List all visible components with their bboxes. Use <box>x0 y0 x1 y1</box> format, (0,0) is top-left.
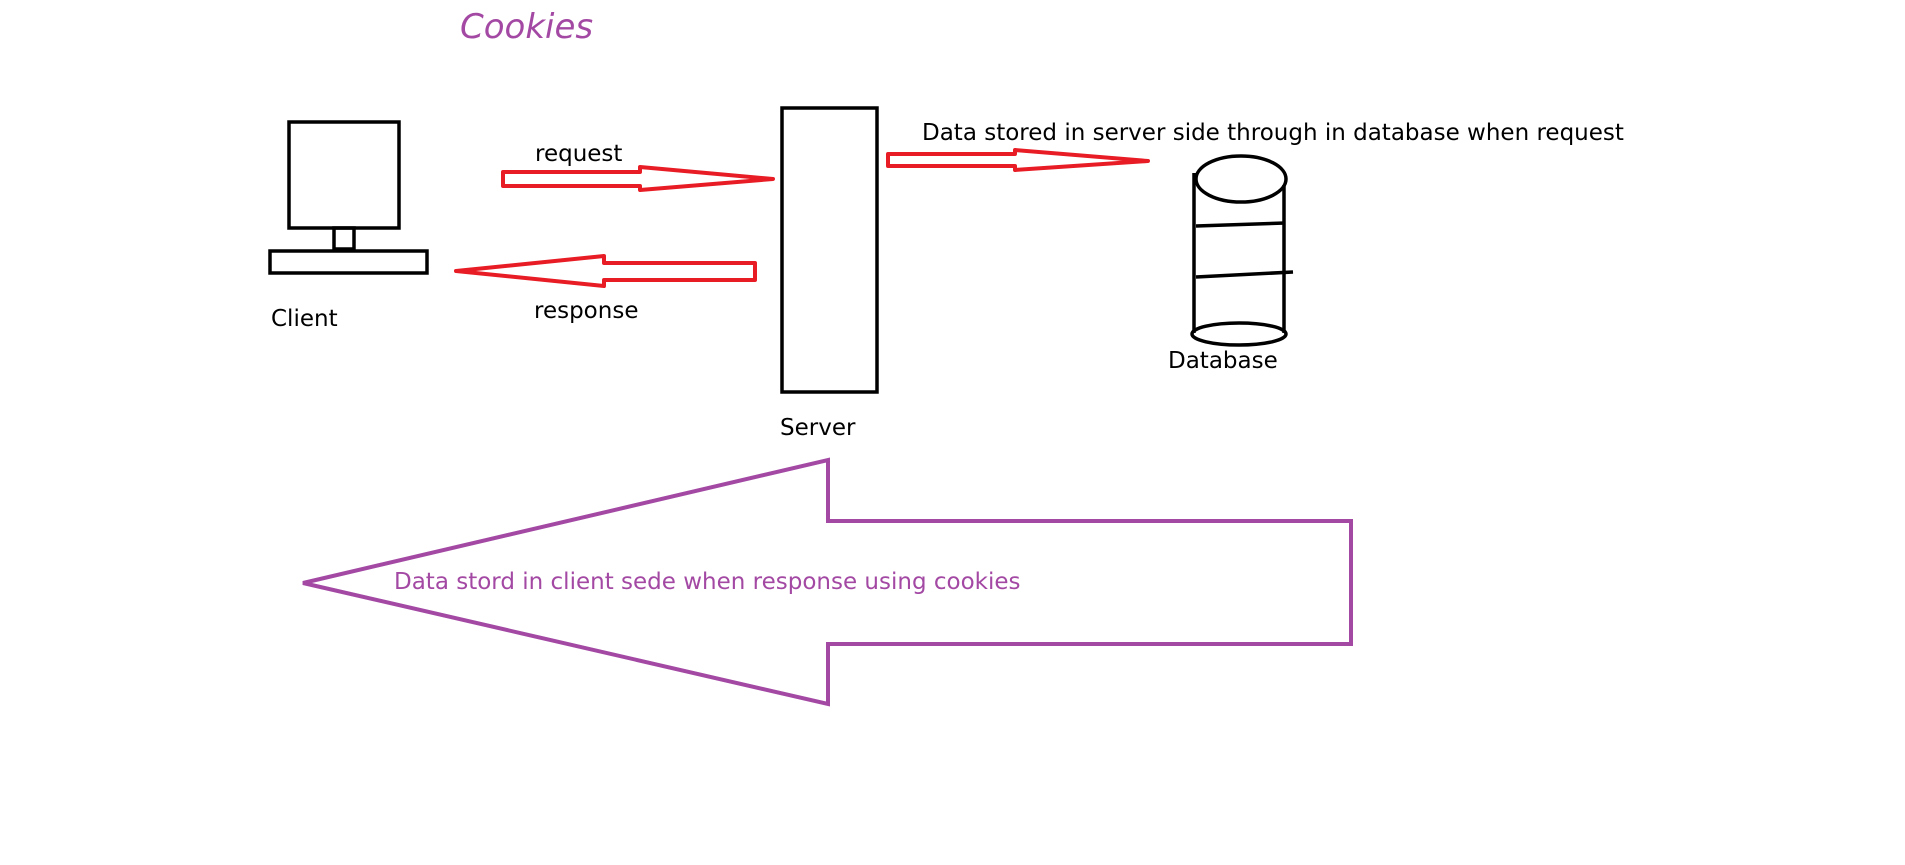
client-label: Client <box>271 306 338 332</box>
diagram-title: Cookies <box>460 7 593 47</box>
database-bottom <box>1190 321 1288 347</box>
client-monitor <box>287 120 401 230</box>
cookies-diagram: Cookies Client request response Server D… <box>268 7 1624 707</box>
database-band-1 <box>1195 221 1286 228</box>
database-label: Database <box>1168 348 1278 374</box>
server-side-note: Data stored in server side through in da… <box>922 120 1624 146</box>
server-label: Server <box>780 415 856 441</box>
request-arrow <box>501 165 775 192</box>
client-side-note: Data stord in client sede when response … <box>394 569 1021 595</box>
client-monitor-stand <box>332 226 356 251</box>
database-top <box>1194 154 1288 204</box>
client-base <box>268 249 429 275</box>
database-icon <box>1190 154 1294 347</box>
request-label: request <box>535 141 622 167</box>
response-label: response <box>534 298 638 324</box>
client-computer-icon <box>268 120 429 275</box>
response-arrow <box>454 254 757 288</box>
database-band-2 <box>1195 270 1294 279</box>
server-to-database-arrow <box>886 148 1150 172</box>
server-box <box>780 106 879 394</box>
